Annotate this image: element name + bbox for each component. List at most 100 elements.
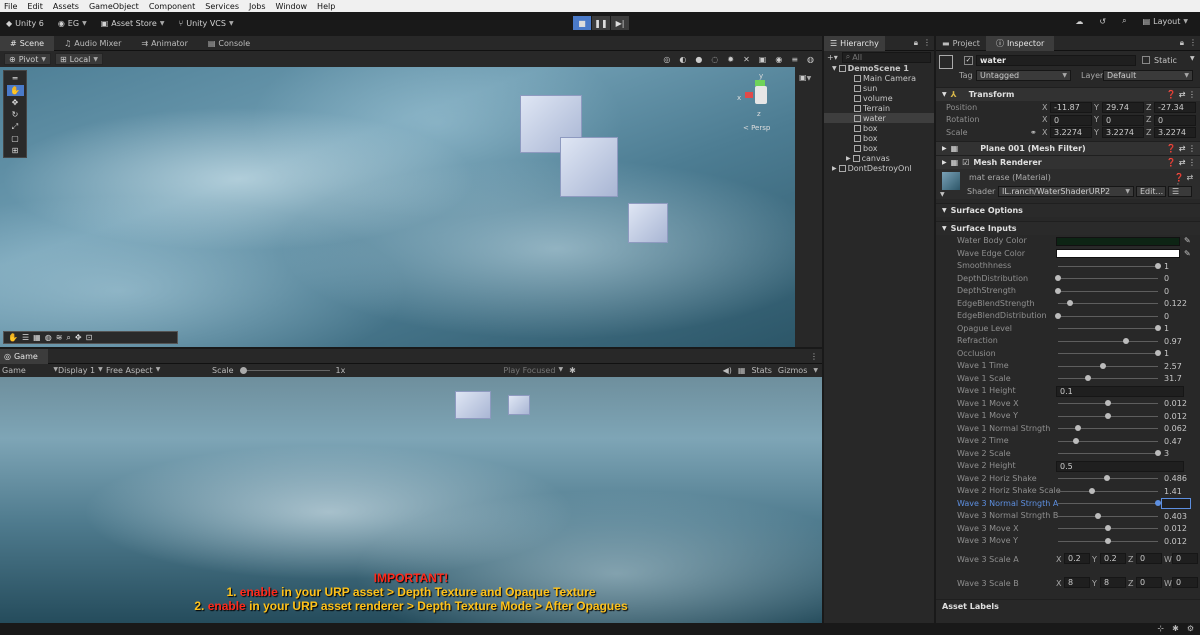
chevron-right-icon[interactable]: ▶ — [846, 155, 851, 162]
vector-y-field[interactable]: 0.2 — [1100, 553, 1126, 564]
active-checkbox[interactable]: ✓ — [964, 56, 973, 65]
eyedropper-icon[interactable]: ✎ — [1184, 236, 1191, 245]
slider-track[interactable] — [1058, 278, 1158, 279]
slider-track[interactable] — [1058, 265, 1158, 267]
slider-value-field[interactable]: 0.012 — [1161, 536, 1191, 547]
hierarchy-item[interactable]: Terrain — [824, 103, 934, 113]
transform-tool-icon[interactable]: ⊞ — [7, 145, 24, 156]
slider-track[interactable] — [1058, 453, 1158, 454]
transform-z-field[interactable]: 3.2274 — [1154, 127, 1196, 138]
object-name-field[interactable]: water — [976, 55, 1136, 66]
color-swatch[interactable] — [1056, 236, 1180, 246]
slider-knob[interactable] — [1055, 312, 1061, 319]
slider-value-field[interactable]: 0.062 — [1161, 423, 1191, 434]
chevron-down-icon[interactable]: ▼ — [813, 367, 818, 374]
slider-value-field[interactable]: 0.403 — [1161, 511, 1191, 522]
slider-value-field[interactable] — [1161, 498, 1191, 509]
sliders-icon[interactable]: ☰ — [22, 333, 29, 342]
tab-scene[interactable]: # Scene — [0, 35, 55, 51]
grid-icon[interactable]: ▦ — [738, 366, 746, 375]
slider-track[interactable] — [1058, 353, 1158, 354]
edit-shader-button[interactable]: Edit... — [1136, 185, 1166, 197]
tag-dropdown[interactable]: Untagged ▼ — [976, 70, 1071, 81]
tab-audio-mixer[interactable]: ♫ Audio Mixer — [54, 36, 131, 51]
slider-knob[interactable] — [1104, 475, 1110, 481]
slider-track[interactable] — [1058, 503, 1158, 504]
slider-value-field[interactable]: 31.7 — [1161, 373, 1191, 384]
tab-hierarchy[interactable]: ☰ Hierarchy — [824, 35, 885, 51]
eyedropper-icon[interactable]: ✎ — [1184, 249, 1191, 258]
slider-value-field[interactable]: 0 — [1161, 286, 1191, 297]
chevron-right-icon[interactable]: ▶ — [832, 165, 837, 172]
menu-item-edit[interactable]: Edit — [27, 2, 43, 11]
network-icon[interactable]: ⊹ — [1157, 624, 1164, 633]
menu-item-component[interactable]: Component — [149, 2, 195, 11]
slider-track[interactable] — [1058, 303, 1158, 304]
slider-knob[interactable] — [1105, 400, 1111, 406]
scale-tool-icon[interactable]: ⤢ — [7, 121, 24, 132]
pivot-dropdown[interactable]: ⊕ Pivot ▼ — [4, 53, 51, 65]
slider-knob[interactable] — [1085, 375, 1091, 381]
menu-item-assets[interactable]: Assets — [53, 2, 79, 11]
menu-item-file[interactable]: File — [4, 2, 17, 11]
menu-item-help[interactable]: Help — [317, 2, 335, 11]
audio-mute-icon[interactable]: ✕ — [743, 55, 750, 64]
slider-value-field[interactable]: 1 — [1161, 323, 1191, 334]
color-swatch[interactable] — [1056, 249, 1180, 258]
slider-knob[interactable] — [1055, 287, 1061, 294]
chevron-down-icon[interactable]: ▼ — [940, 191, 945, 198]
hierarchy-item[interactable]: box — [824, 143, 934, 153]
display-dropdown[interactable]: Display 1 ▼ — [58, 366, 106, 375]
vector-w-field[interactable]: 0 — [1172, 553, 1198, 564]
slider-value-field[interactable]: 0.012 — [1161, 398, 1191, 409]
rotate-tool-icon[interactable]: ↻ — [7, 109, 24, 120]
component-menu-icons[interactable]: ❓ ⇄ ⋮ — [1166, 158, 1200, 167]
more-options-icon[interactable]: ⋮ — [1189, 38, 1197, 48]
lock-icon[interactable]: 🔒︎ — [914, 38, 918, 48]
audio-mute-icon[interactable]: ◀) — [723, 366, 732, 375]
chevron-down-icon[interactable]: ▼ — [832, 65, 837, 72]
slider-value-field[interactable]: 0 — [1161, 273, 1191, 284]
transform-y-field[interactable]: 29.74 — [1102, 102, 1144, 113]
orientation-gizmo[interactable]: y x z < Persp — [735, 72, 787, 134]
more-options-icon[interactable]: ⋮ — [923, 38, 931, 48]
asset-labels-header[interactable]: Asset Labels — [936, 599, 1200, 613]
paint-icon[interactable]: ◍ — [45, 333, 52, 342]
play-button[interactable]: ■ — [573, 16, 591, 30]
slider-knob[interactable] — [1123, 337, 1129, 344]
vector-w-field[interactable]: 0 — [1172, 577, 1198, 588]
layers-icon[interactable]: ≡ — [791, 55, 798, 64]
surface-inputs-header[interactable]: ▼ Surface Inputs — [936, 220, 1200, 235]
hierarchy-item[interactable]: box — [824, 123, 934, 133]
surface-options-header[interactable]: ▼ Surface Options — [936, 202, 1200, 217]
vcs-dropdown[interactable]: ⑂ Unity VCS ▼ — [178, 19, 233, 28]
slider-knob[interactable] — [1105, 525, 1111, 531]
menu-item-window[interactable]: Window — [276, 2, 308, 11]
slider-value-field[interactable]: 0.486 — [1161, 473, 1191, 484]
transform-y-field[interactable]: 0 — [1102, 114, 1144, 126]
slider-value-field[interactable]: 0.012 — [1161, 411, 1191, 422]
tab-console[interactable]: ▤ Console — [198, 36, 260, 51]
transform-x-field[interactable]: 3.2274 — [1050, 127, 1092, 138]
slider-track[interactable] — [1058, 340, 1158, 342]
effects-icon[interactable]: ✹ — [727, 55, 734, 64]
slider-value-field[interactable]: 1 — [1161, 348, 1191, 359]
menu-item-services[interactable]: Services — [205, 2, 239, 11]
slider-value-field[interactable]: 0 — [1161, 311, 1191, 322]
scale-slider[interactable] — [239, 367, 330, 374]
chevron-down-icon[interactable]: ▼ — [1190, 55, 1195, 62]
transform-z-field[interactable]: -27.34 — [1154, 102, 1196, 113]
hierarchy-item[interactable]: Main Camera — [824, 73, 934, 83]
hierarchy-item[interactable]: water — [824, 113, 934, 123]
hierarchy-search[interactable]: ⌕ All — [841, 51, 931, 63]
vector-z-field[interactable]: 0 — [1136, 577, 1162, 588]
layer-dropdown[interactable]: Default ▼ — [1103, 70, 1193, 81]
visibility-icon[interactable]: ◉ — [775, 55, 782, 64]
camera-icon[interactable]: ▣ — [759, 55, 767, 64]
component-menu-icons[interactable]: ❓ ⇄ ⋮ — [1166, 90, 1200, 99]
globe-icon[interactable]: ◎ — [663, 55, 670, 64]
debug-icon[interactable]: ✱ — [1172, 624, 1179, 633]
hierarchy-item[interactable]: sun — [824, 83, 934, 93]
mesh-filter-header[interactable]: ▶ ▦ Plane 001 (Mesh Filter) ❓ ⇄ ⋮ — [936, 140, 1200, 155]
hierarchy-item[interactable]: box — [824, 133, 934, 143]
